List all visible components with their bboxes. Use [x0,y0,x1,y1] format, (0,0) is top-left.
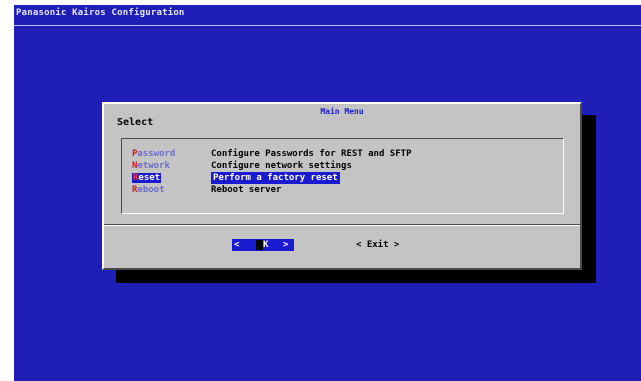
ok-label: K [263,240,269,250]
menu-tag-highlight: Reset [132,173,162,183]
backtitle-divider [14,25,641,26]
menu-tag: Password [132,148,210,160]
menu-description: Configure network settings [211,161,352,171]
ok-button[interactable]: < K > [232,239,294,251]
dialog-prompt: Select [117,117,154,128]
menu-description: Perform a factory reset [211,172,340,184]
ok-bracket-left: < [234,240,240,250]
menu-tag-rest: eset [138,173,161,183]
exit-button[interactable]: < Exit > [356,239,399,251]
dialog-title: Main Menu [320,107,364,116]
menu-tag-rest: assword [137,149,176,159]
menu-tag: Network [132,160,210,172]
menu-tag: Reboot [132,184,210,196]
text-cursor [256,240,263,250]
button-separator [104,224,580,226]
main-menu-dialog: Main Menu Select Password Configure Pass… [102,102,582,270]
menu-tag-rest: etwork [137,161,170,171]
menu-description: Reboot server [211,185,282,195]
backtitle: Panasonic Kairos Configuration [16,8,185,18]
menu-tag-rest: eboot [137,185,165,195]
terminal-screen: Panasonic Kairos Configuration Main Menu… [14,5,641,381]
menu-tag: Reset [132,172,210,184]
ok-bracket-right: > [283,240,289,250]
menu-description: Configure Passwords for REST and SFTP [211,149,412,159]
